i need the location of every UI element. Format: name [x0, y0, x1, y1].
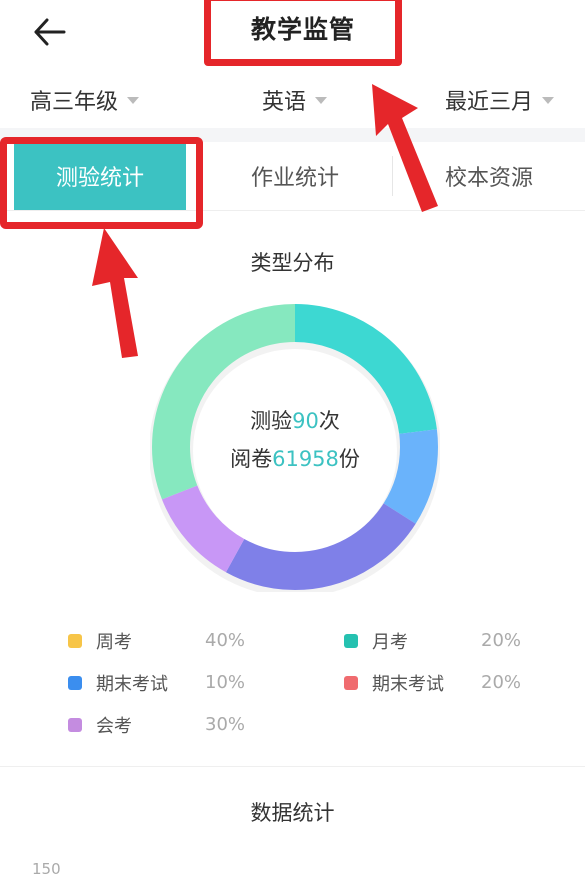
- section-divider: [0, 766, 585, 767]
- legend-item-weekly: 周考: [68, 628, 132, 654]
- legend-item-monthly: 月考: [344, 628, 408, 654]
- legend-label: 期末考试: [96, 674, 168, 695]
- paper-count-line: 阅卷61958份: [150, 440, 440, 478]
- legend-item-huikao: 会考: [68, 712, 132, 738]
- title-highlight-box: 教学监管: [204, 0, 402, 66]
- header: 教学监管: [0, 0, 585, 70]
- quiz-suffix: 次: [318, 409, 340, 433]
- legend-color-dot: [68, 718, 82, 732]
- legend-color-dot: [344, 676, 358, 690]
- legend-item-final-2: 期末考试: [344, 670, 444, 696]
- time-range-filter-label: 最近三月: [445, 90, 534, 115]
- quiz-count: 90: [292, 409, 319, 433]
- legend-label: 周考: [96, 632, 132, 653]
- legend-label: 期末考试: [372, 674, 444, 695]
- legend-color-dot: [68, 634, 82, 648]
- legend-percent: 30%: [205, 714, 246, 735]
- back-arrow-icon[interactable]: [30, 14, 70, 50]
- grade-filter-label: 高三年级: [30, 90, 119, 115]
- page-title: 教学监管: [250, 15, 355, 44]
- donut-center-text: 测验90次 阅卷61958份: [150, 402, 440, 478]
- caret-down-icon: [542, 96, 555, 104]
- legend-percent: 40%: [205, 630, 246, 651]
- legend-percent: 10%: [205, 672, 246, 693]
- annotation-arrow-icon: [372, 84, 438, 212]
- legend-label: 会考: [96, 716, 132, 737]
- y-axis-tick-label: 150: [32, 860, 61, 878]
- tab-label: 校本资源: [444, 166, 533, 191]
- paper-prefix: 阅卷: [230, 447, 273, 471]
- tab-label: 作业统计: [250, 166, 339, 191]
- subject-filter[interactable]: 英语: [262, 78, 328, 122]
- legend-percent: 20%: [481, 630, 522, 651]
- quiz-count-line: 测验90次: [150, 402, 440, 440]
- caret-down-icon: [315, 96, 328, 104]
- paper-count: 61958: [272, 447, 339, 471]
- legend-item-final-1: 期末考试: [68, 670, 168, 696]
- annotation-arrow-icon: [92, 228, 138, 358]
- legend-percent: 20%: [481, 672, 522, 693]
- filter-row: 高三年级 英语 最近三月: [0, 78, 585, 122]
- legend-color-dot: [344, 634, 358, 648]
- paper-suffix: 份: [338, 447, 360, 471]
- legend-label: 月考: [372, 632, 408, 653]
- section-title-data-stats: 数据统计: [250, 801, 335, 825]
- legend-color-dot: [68, 676, 82, 690]
- tab-highlight-box: [0, 137, 203, 229]
- quiz-prefix: 测验: [250, 409, 293, 433]
- subject-filter-label: 英语: [262, 90, 307, 115]
- grade-filter[interactable]: 高三年级: [30, 78, 140, 122]
- time-range-filter[interactable]: 最近三月: [445, 78, 555, 122]
- caret-down-icon: [127, 96, 140, 104]
